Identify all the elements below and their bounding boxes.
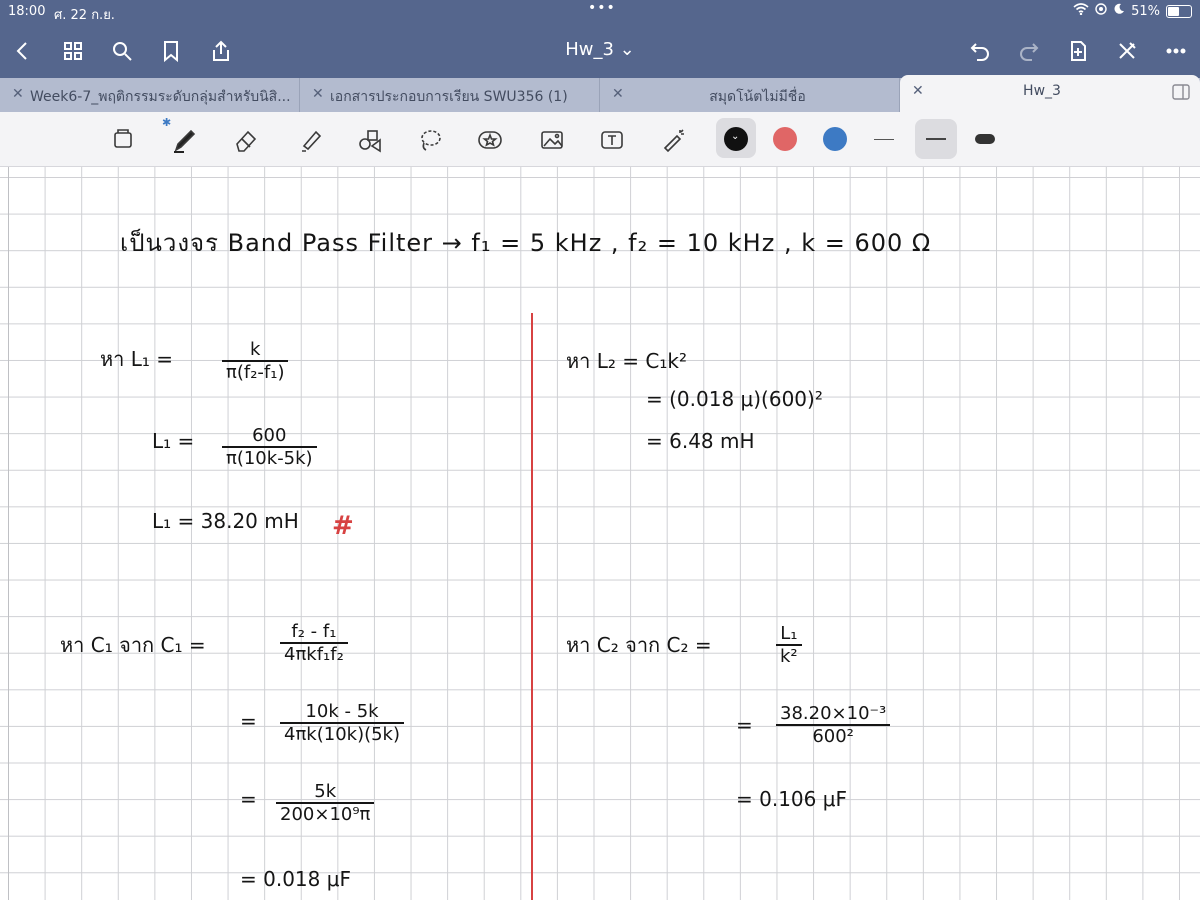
status-right: 51% xyxy=(1073,3,1192,19)
c2-denominator-1: k² xyxy=(780,646,798,667)
battery-icon xyxy=(1166,4,1192,18)
l2-line2: = (0.018 μ)(600)² xyxy=(646,387,823,411)
l1-step2-prefix: L₁ = xyxy=(152,429,195,453)
eraser-icon[interactable] xyxy=(228,122,264,158)
close-tab-icon[interactable]: ✕ xyxy=(912,83,924,99)
problem-heading: เป็นวงจร Band Pass Filter → f₁ = 5 kHz ,… xyxy=(120,229,932,257)
c2-result: = 0.106 μF xyxy=(736,787,847,811)
c2-prefix: หา C₂ จาก C₂ = xyxy=(566,633,712,657)
drawing-toolbar: ✱ xyxy=(0,112,1200,167)
l2-line1: หา L₂ = C₁k² xyxy=(566,349,687,373)
c1-result: = 0.018 μF xyxy=(240,867,351,891)
l1-denominator: π(f₂-f₁) xyxy=(226,362,285,383)
l1-step2-numerator: 600 xyxy=(222,425,317,448)
l2-line3: = 6.48 mH xyxy=(646,429,755,453)
redo-icon[interactable] xyxy=(1014,36,1044,66)
text-icon[interactable] xyxy=(594,122,630,158)
medium-stroke-line xyxy=(926,138,946,140)
status-date: ศ. 22 ก.ย. xyxy=(54,8,115,23)
color-blue[interactable] xyxy=(823,127,847,151)
undo-icon[interactable] xyxy=(965,36,995,66)
notebook-page[interactable]: เป็นวงจร Band Pass Filter → f₁ = 5 kHz ,… xyxy=(0,167,1200,900)
more-icon[interactable] xyxy=(1161,36,1191,66)
tab-hw3-active[interactable]: ✕ Hw_3 xyxy=(900,75,1200,112)
tab-week6-7[interactable]: ✕ Week6-7_พฤติกรรมระดับกลุ่มสำหรับนิสิ..… xyxy=(0,78,300,112)
c1-denominator-2: 4πk(10k)(5k) xyxy=(284,724,401,745)
wifi-icon xyxy=(1073,3,1089,19)
tab-label: เอกสารประกอบการเรียน SWU356 (1) xyxy=(330,89,568,105)
highlighter-icon[interactable] xyxy=(292,122,328,158)
l1-result: L₁ = 38.20 mH xyxy=(152,509,299,533)
add-page-icon[interactable] xyxy=(1063,36,1093,66)
moon-icon xyxy=(1113,3,1125,19)
l1-step2-denominator: π(10k-5k) xyxy=(226,448,313,469)
top-navigation-bar: Hw_3 ⌄ xyxy=(0,24,1200,78)
disable-pen-icon[interactable] xyxy=(1112,36,1142,66)
c1-denominator-1: 4πkf₁f₂ xyxy=(284,644,344,665)
l1-step2-fraction: 600 π(10k-5k) xyxy=(222,425,317,469)
tab-label: Hw_3 xyxy=(1023,83,1061,99)
tab-label: Week6-7_พฤติกรรมระดับกลุ่มสำหรับนิสิ... xyxy=(30,89,291,105)
location-icon xyxy=(1095,3,1107,19)
battery-percent: 51% xyxy=(1131,3,1160,19)
color-red[interactable] xyxy=(773,127,797,151)
c2-fraction-2: 38.20×10⁻³ 600² xyxy=(776,703,891,747)
l1-answer-mark: # xyxy=(332,511,354,541)
status-time: 18:00 xyxy=(8,4,46,19)
c2-numerator-2: 38.20×10⁻³ xyxy=(776,703,891,726)
status-bar: 18:00 ศ. 22 ก.ย. ••• 51% xyxy=(0,0,1200,24)
tab-swu356[interactable]: ✕ เอกสารประกอบการเรียน SWU356 (1) xyxy=(300,78,600,112)
medium-stroke-option[interactable] xyxy=(915,119,957,159)
tab-bar: ✕ Week6-7_พฤติกรรมระดับกลุ่มสำหรับนิสิ..… xyxy=(0,75,1200,112)
c1-prefix: หา C₁ จาก C₁ = xyxy=(60,633,206,657)
c2-numerator-1: L₁ xyxy=(776,623,802,646)
tab-untitled-notebook[interactable]: ✕ สมุดโน้ตไม่มีชื่อ xyxy=(600,78,900,112)
l1-fraction: k π(f₂-f₁) xyxy=(222,339,289,383)
c1-fraction-1: f₂ - f₁ 4πkf₁f₂ xyxy=(280,621,348,665)
tab-label: สมุดโน้ตไม่มีชื่อ xyxy=(709,89,806,105)
image-icon[interactable] xyxy=(534,122,570,158)
c1-numerator-1: f₂ - f₁ xyxy=(280,621,348,644)
close-tab-icon[interactable]: ✕ xyxy=(612,86,624,102)
sticker-icon[interactable] xyxy=(472,122,508,158)
multitask-dots[interactable]: ••• xyxy=(588,0,616,16)
c2-fraction-1: L₁ k² xyxy=(776,623,802,667)
close-tab-icon[interactable]: ✕ xyxy=(12,86,24,102)
thin-stroke-option[interactable] xyxy=(874,139,894,140)
c1-numerator-3: 5k xyxy=(276,781,375,804)
pen-icon[interactable] xyxy=(166,122,202,158)
split-view-icon[interactable] xyxy=(1172,84,1190,104)
laser-pointer-icon[interactable] xyxy=(656,122,692,158)
c1-eq-3: = xyxy=(240,787,257,811)
chevron-down-icon: ⌄ xyxy=(731,131,740,142)
page-icon[interactable] xyxy=(105,122,141,158)
l1-prefix: หา L₁ = xyxy=(100,347,174,371)
battery-fill xyxy=(1168,6,1179,16)
red-divider-line xyxy=(531,313,533,900)
shapes-icon[interactable] xyxy=(352,122,388,158)
thick-stroke-option[interactable] xyxy=(975,134,995,144)
c2-denominator-2: 600² xyxy=(812,726,854,747)
close-tab-icon[interactable]: ✕ xyxy=(312,86,324,102)
lasso-icon[interactable] xyxy=(412,122,448,158)
c1-fraction-2: 10k - 5k 4πk(10k)(5k) xyxy=(280,701,405,745)
page-edge xyxy=(8,167,9,900)
c1-denominator-3: 200×10⁹π xyxy=(280,804,371,825)
l1-numerator: k xyxy=(222,339,289,362)
color-black[interactable]: ⌄ xyxy=(724,127,748,151)
c1-eq-2: = xyxy=(240,709,257,733)
c1-numerator-2: 10k - 5k xyxy=(280,701,405,724)
c1-fraction-3: 5k 200×10⁹π xyxy=(276,781,375,825)
c2-eq-2: = xyxy=(736,713,753,737)
